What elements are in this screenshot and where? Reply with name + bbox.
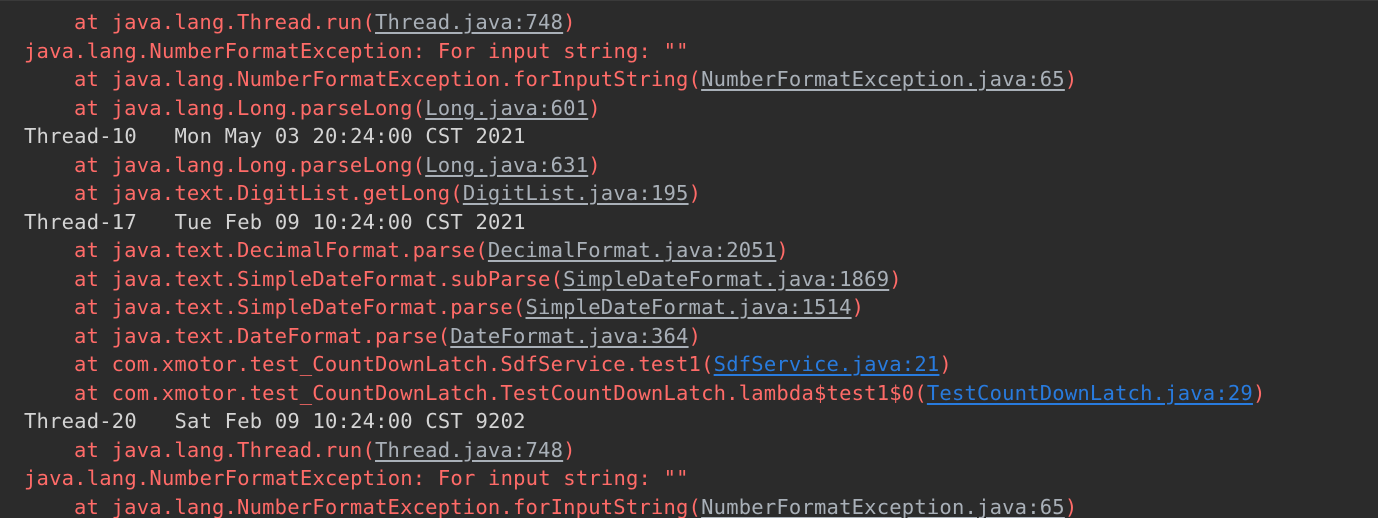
- source-location-link[interactable]: Long.java:601: [425, 96, 588, 120]
- source-location-link[interactable]: Thread.java:748: [375, 438, 563, 462]
- stack-frame-close-paren: ): [776, 238, 789, 262]
- source-location-link[interactable]: NumberFormatException.java:65: [701, 67, 1065, 91]
- stack-frame-line: at java.text.SimpleDateFormat.parse(Simp…: [24, 293, 1378, 322]
- stack-frame-close-paren: ): [688, 181, 702, 205]
- stack-frame-method: at java.lang.Long.parseLong(: [74, 152, 426, 177]
- stack-frame-line: at java.lang.Long.parseLong(Long.java:63…: [24, 151, 1378, 180]
- exception-line: java.lang.NumberFormatException: For inp…: [24, 466, 689, 490]
- stdout-line: Thread-20 Sat Feb 09 10:24:00 CST 9202: [24, 409, 526, 433]
- stack-frame-line: at java.text.DecimalFormat.parse(Decimal…: [24, 236, 1378, 265]
- stack-frame-close-paren: ): [1064, 67, 1078, 91]
- stack-frame-method: at java.lang.NumberFormatException.forIn…: [74, 67, 702, 91]
- stack-frame-line: at java.text.SimpleDateFormat.subParse(S…: [24, 265, 1378, 294]
- stack-frame-line: at java.text.DateFormat.parse(DateFormat…: [24, 322, 1378, 351]
- stack-frame-line: at com.xmotor.test_CountDownLatch.TestCo…: [24, 379, 1378, 408]
- stack-frame-method: at java.lang.Long.parseLong(: [74, 95, 426, 120]
- stack-frame-line: at java.lang.Thread.run(Thread.java:748): [24, 436, 1378, 465]
- stack-frame-close-paren: ): [1252, 380, 1266, 405]
- stack-frame-close-paren: ): [1064, 494, 1078, 518]
- stack-frame-close-paren: ): [688, 323, 702, 348]
- stack-frame-method: at java.lang.Thread.run(: [74, 437, 376, 462]
- stack-frame-close-paren: ): [563, 437, 576, 462]
- source-location-link[interactable]: DateFormat.java:364: [450, 324, 688, 348]
- stack-frame-close-paren: ): [851, 295, 865, 319]
- stack-frame-close-paren: ): [563, 10, 576, 34]
- source-location-link[interactable]: DecimalFormat.java:2051: [488, 238, 776, 262]
- source-location-link[interactable]: DigitList.java:195: [463, 181, 689, 205]
- stack-frame-method: at java.text.DigitList.getLong(: [74, 181, 463, 205]
- stack-frame-line: at java.lang.Long.parseLong(Long.java:60…: [24, 94, 1378, 123]
- source-location-link[interactable]: Thread.java:748: [375, 10, 563, 34]
- stack-frame-method: at java.lang.Thread.run(: [74, 10, 376, 34]
- stack-frame-method: at java.text.SimpleDateFormat.subParse(: [74, 266, 564, 291]
- stack-frame-method: at java.lang.NumberFormatException.forIn…: [74, 494, 702, 518]
- stack-frame-line: at java.text.DigitList.getLong(DigitList…: [24, 179, 1378, 208]
- source-location-link[interactable]: SimpleDateFormat.java:1514: [526, 295, 852, 319]
- stack-frame-line: at java.lang.NumberFormatException.forIn…: [24, 493, 1378, 518]
- stdout-line: Thread-10 Mon May 03 20:24:00 CST 2021: [24, 124, 526, 148]
- stack-frame-close-paren: ): [889, 266, 902, 291]
- stack-frame-close-paren: ): [939, 352, 952, 376]
- stack-frame-method: at com.xmotor.test_CountDownLatch.TestCo…: [74, 380, 927, 405]
- source-location-link[interactable]: NumberFormatException.java:65: [701, 495, 1065, 518]
- exception-line: java.lang.NumberFormatException: For inp…: [24, 38, 689, 63]
- source-location-link[interactable]: Long.java:631: [425, 153, 588, 177]
- stack-frame-close-paren: ): [588, 95, 601, 120]
- stack-frame-method: at com.xmotor.test_CountDownLatch.SdfSer…: [74, 352, 714, 376]
- source-location-link[interactable]: SimpleDateFormat.java:1869: [563, 267, 889, 291]
- stack-frame-method: at java.text.DecimalFormat.parse(: [74, 238, 488, 262]
- stack-frame-close-paren: ): [588, 152, 601, 177]
- source-location-link[interactable]: SdfService.java:21: [714, 352, 940, 376]
- stack-frame-line: at java.lang.NumberFormatException.forIn…: [24, 65, 1378, 94]
- console-output-panel[interactable]: at java.lang.Thread.run(Thread.java:748)…: [0, 0, 1378, 518]
- console-lines: at java.lang.Thread.run(Thread.java:748)…: [24, 8, 1378, 518]
- stack-frame-method: at java.text.DateFormat.parse(: [74, 323, 451, 348]
- stack-frame-line: at com.xmotor.test_CountDownLatch.SdfSer…: [24, 350, 1378, 379]
- stdout-line: Thread-17 Tue Feb 09 10:24:00 CST 2021: [24, 209, 526, 234]
- source-location-link[interactable]: TestCountDownLatch.java:29: [927, 381, 1253, 405]
- stack-frame-method: at java.text.SimpleDateFormat.parse(: [74, 295, 526, 319]
- stack-frame-line: at java.lang.Thread.run(Thread.java:748): [24, 8, 1378, 37]
